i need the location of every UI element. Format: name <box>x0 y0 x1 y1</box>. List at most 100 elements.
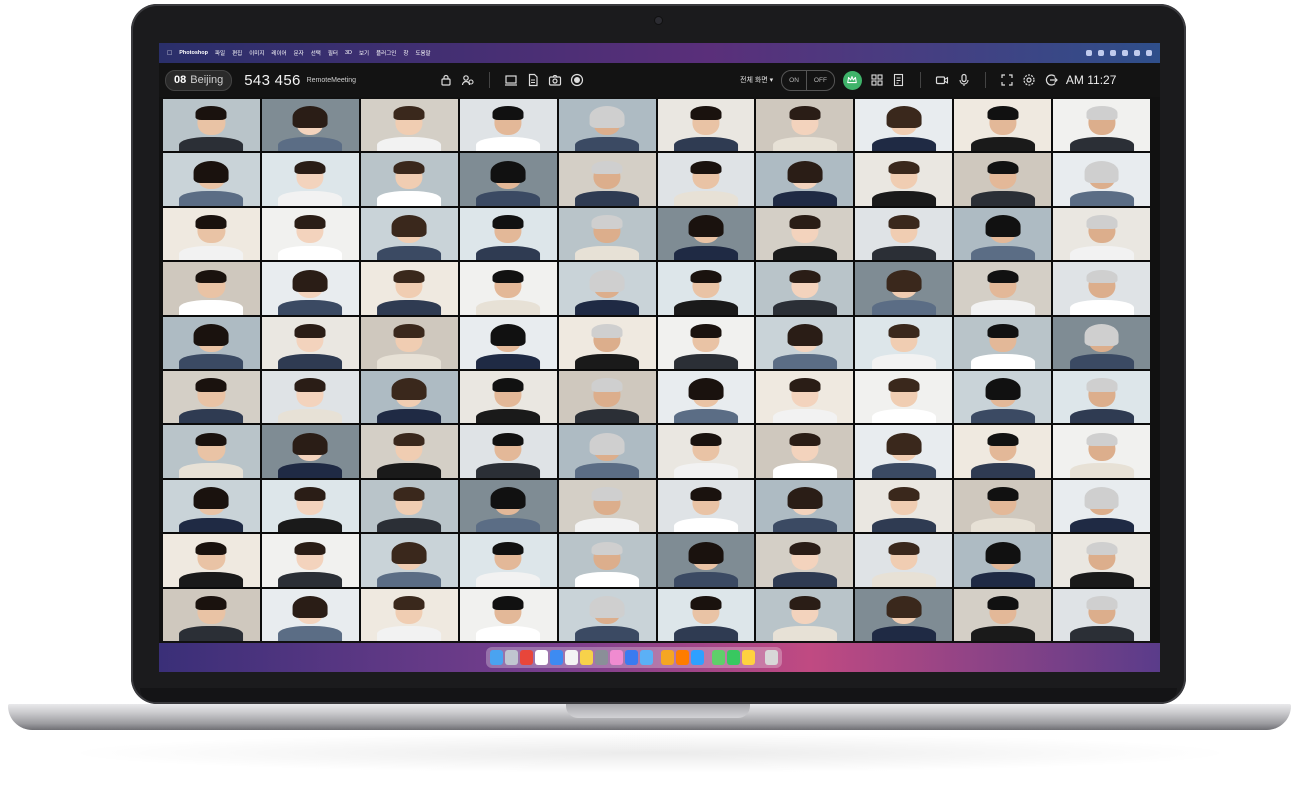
participant-video-tile[interactable] <box>261 588 359 641</box>
notes-icon[interactable] <box>580 650 593 665</box>
participant-video-tile[interactable] <box>756 316 854 369</box>
photoshop-icon[interactable] <box>691 650 704 665</box>
participant-video-tile[interactable] <box>459 153 557 206</box>
status-icon[interactable] <box>1098 50 1104 56</box>
participant-video-tile[interactable] <box>855 425 953 478</box>
participant-video-tile[interactable] <box>558 207 656 261</box>
menu-item[interactable]: 창 <box>403 49 408 57</box>
menu-item[interactable]: 이미지 <box>249 49 264 57</box>
menu-item[interactable]: 3D <box>345 50 352 56</box>
participant-video-tile[interactable] <box>360 371 458 424</box>
participant-video-tile[interactable] <box>756 534 854 587</box>
participant-video-tile[interactable] <box>459 207 557 261</box>
participant-video-tile[interactable] <box>954 588 1052 641</box>
apple-menu-icon[interactable]:  <box>167 50 172 57</box>
participant-video-tile[interactable] <box>261 534 359 587</box>
participant-video-tile[interactable] <box>1053 153 1150 206</box>
participant-video-tile[interactable] <box>657 479 755 533</box>
participant-video-tile[interactable] <box>1053 371 1150 424</box>
camera-capture-icon[interactable] <box>548 73 562 87</box>
participant-video-tile[interactable] <box>261 371 359 424</box>
grid-view-icon[interactable] <box>870 73 884 87</box>
participant-video-tile[interactable] <box>657 99 755 152</box>
participant-video-tile[interactable] <box>360 588 458 641</box>
participant-video-tile[interactable] <box>360 534 458 587</box>
menu-item[interactable]: 보기 <box>359 49 369 57</box>
participant-video-tile[interactable] <box>459 534 557 587</box>
participant-video-tile[interactable] <box>657 534 755 587</box>
folder-icon[interactable] <box>640 650 653 665</box>
participant-video-tile[interactable] <box>163 479 260 533</box>
participant-video-tile[interactable] <box>360 479 458 533</box>
participant-video-tile[interactable] <box>1053 479 1150 533</box>
participant-video-tile[interactable] <box>558 479 656 533</box>
participant-video-tile[interactable] <box>163 425 260 478</box>
participant-video-tile[interactable] <box>1053 588 1150 641</box>
participant-video-tile[interactable] <box>855 262 953 315</box>
room-badge[interactable]: 08 Beijing <box>165 69 233 91</box>
participant-video-tile[interactable] <box>1053 425 1150 478</box>
participant-video-tile[interactable] <box>855 153 953 206</box>
participant-video-tile[interactable] <box>855 371 953 424</box>
fullscreen-icon[interactable] <box>1000 73 1014 87</box>
control-center-icon[interactable] <box>1146 50 1152 56</box>
participant-video-tile[interactable] <box>657 207 755 261</box>
participant-video-tile[interactable] <box>261 207 359 261</box>
participant-video-tile[interactable] <box>261 153 359 206</box>
menu-item[interactable]: 파일 <box>215 49 225 57</box>
video-camera-icon[interactable] <box>935 73 949 87</box>
participant-video-tile[interactable] <box>756 425 854 478</box>
participant-video-tile[interactable] <box>756 262 854 315</box>
menu-item[interactable]: 문자 <box>294 49 304 57</box>
participant-video-tile[interactable] <box>1053 207 1150 261</box>
search-icon[interactable] <box>1134 50 1140 56</box>
participant-video-tile[interactable] <box>459 479 557 533</box>
launchpad-icon[interactable] <box>505 650 518 665</box>
participant-video-tile[interactable] <box>360 153 458 206</box>
participant-video-tile[interactable] <box>657 316 755 369</box>
host-crown-icon[interactable] <box>842 70 862 90</box>
notes-list-icon[interactable] <box>892 73 906 87</box>
status-icon[interactable] <box>1086 50 1092 56</box>
participant-video-tile[interactable] <box>1053 534 1150 587</box>
participant-video-tile[interactable] <box>657 153 755 206</box>
participant-video-tile[interactable] <box>954 207 1052 261</box>
participant-video-tile[interactable] <box>459 425 557 478</box>
participant-video-tile[interactable] <box>657 371 755 424</box>
menu-item[interactable]: 선택 <box>311 49 321 57</box>
calendar-icon[interactable] <box>565 650 578 665</box>
maps-icon[interactable] <box>712 650 725 665</box>
participant-video-tile[interactable] <box>163 262 260 315</box>
participant-video-tile[interactable] <box>756 479 854 533</box>
participant-video-tile[interactable] <box>261 99 359 152</box>
participant-video-tile[interactable] <box>954 99 1052 152</box>
toggle-off[interactable]: OFF <box>805 70 834 90</box>
participant-video-tile[interactable] <box>855 534 953 587</box>
participant-video-tile[interactable] <box>163 99 260 152</box>
participant-video-tile[interactable] <box>756 588 854 641</box>
participant-video-tile[interactable] <box>558 316 656 369</box>
menu-item[interactable]: 도움말 <box>415 49 430 57</box>
participant-video-tile[interactable] <box>954 371 1052 424</box>
participant-video-tile[interactable] <box>459 99 557 152</box>
settings-icon[interactable] <box>595 650 608 665</box>
participant-video-tile[interactable] <box>954 479 1052 533</box>
participant-video-tile[interactable] <box>855 99 953 152</box>
participant-video-tile[interactable] <box>163 207 260 261</box>
participant-video-tile[interactable] <box>360 425 458 478</box>
participant-video-tile[interactable] <box>261 425 359 478</box>
participant-video-tile[interactable] <box>459 588 557 641</box>
toggle-on[interactable]: ON <box>782 71 806 90</box>
participant-video-tile[interactable] <box>954 316 1052 369</box>
participant-video-tile[interactable] <box>558 262 656 315</box>
appstore-icon[interactable] <box>625 650 638 665</box>
settings-gear-icon[interactable] <box>1022 73 1036 87</box>
participant-video-tile[interactable] <box>954 425 1052 478</box>
finder-icon[interactable] <box>490 650 503 665</box>
view-mode-select[interactable]: 전체 화면 ▾ <box>740 75 773 85</box>
participant-video-tile[interactable] <box>1053 99 1150 152</box>
participant-video-tile[interactable] <box>360 99 458 152</box>
participant-video-tile[interactable] <box>163 371 260 424</box>
participant-video-tile[interactable] <box>954 153 1052 206</box>
participant-video-tile[interactable] <box>459 371 557 424</box>
